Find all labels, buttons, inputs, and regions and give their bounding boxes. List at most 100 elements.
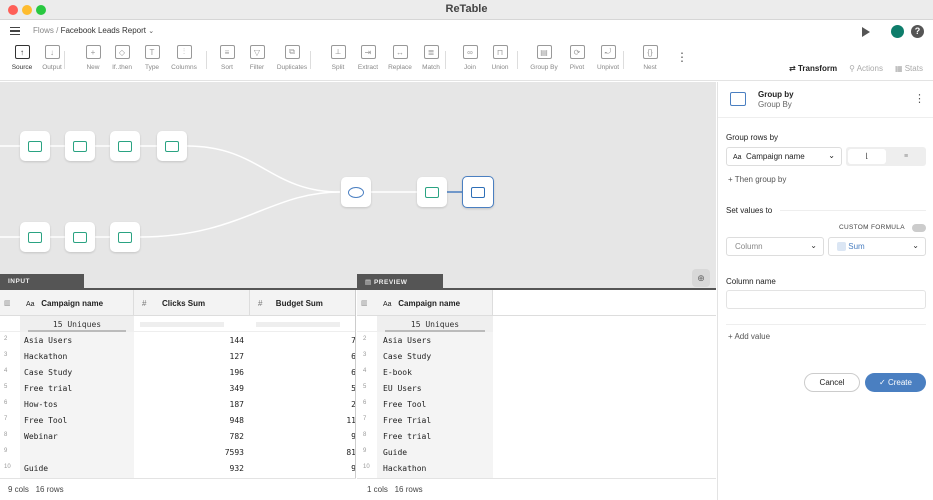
panel-more-icon[interactable]: ⋮ bbox=[914, 92, 925, 105]
column-select[interactable]: Column ⌄ bbox=[726, 237, 824, 256]
table-row[interactable]: 4 Case Study 196 6 bbox=[0, 366, 355, 382]
table-row[interactable]: 6 How-tos 187 2 bbox=[0, 398, 355, 414]
table-row[interactable]: 8 Webinar 782 9 bbox=[0, 430, 356, 446]
sort-ascending-button[interactable]: ⌊ bbox=[848, 149, 886, 164]
preview-row-count: 16 rows bbox=[394, 485, 423, 494]
flow-node-source-2[interactable] bbox=[20, 222, 50, 252]
tab-transform[interactable]: ⇄ Transform bbox=[789, 64, 837, 73]
breadcrumb: Flows / Facebook Leads Report ⌄ bbox=[33, 26, 154, 35]
text-type-icon: Aa bbox=[383, 301, 392, 308]
new-icon: + bbox=[85, 45, 101, 59]
column-header-budget[interactable]: # Budget Sum bbox=[250, 290, 355, 316]
fit-view-button[interactable]: ⊕ bbox=[692, 269, 710, 287]
function-icon bbox=[837, 242, 846, 252]
more-options-icon[interactable]: ⋮ bbox=[676, 50, 688, 64]
toolbar-nest-button[interactable]: {} Nest bbox=[632, 45, 668, 71]
budget-cell: 9 bbox=[351, 432, 356, 441]
toolbar-unpivot-button[interactable]: ⤾ Unpivot bbox=[590, 45, 626, 71]
toolbar-columns-button[interactable]: ⫶ Columns bbox=[166, 45, 202, 71]
campaign-cell: Free trial bbox=[383, 432, 432, 441]
column-select-placeholder: Column bbox=[735, 242, 763, 251]
nest-icon: {} bbox=[642, 45, 658, 59]
chevron-down-icon[interactable]: ⌄ bbox=[148, 28, 154, 35]
campaign-cell: Free Tool bbox=[24, 416, 68, 425]
table-row[interactable]: 10 Guide 932 9 bbox=[0, 462, 355, 478]
hamburger-menu-icon[interactable] bbox=[10, 27, 20, 35]
number-type-icon: # bbox=[258, 299, 263, 308]
toolbar-label: Nest bbox=[643, 64, 657, 71]
breadcrumb-root[interactable]: Flows bbox=[33, 26, 54, 35]
clicks-cell: 127 bbox=[229, 352, 244, 361]
toolbar-group-by-button[interactable]: ▤ Group By bbox=[526, 45, 562, 71]
table-row[interactable]: 6 Free Tool bbox=[357, 398, 493, 414]
column-header-clicks[interactable]: # Clicks Sum bbox=[134, 290, 250, 316]
table-row[interactable]: 8 Free trial bbox=[357, 430, 493, 446]
column-header-campaign[interactable]: Aa Campaign name bbox=[377, 290, 493, 316]
table-row[interactable]: 5 EU Users bbox=[357, 382, 493, 398]
toolbar-match-button[interactable]: ≣ Match bbox=[413, 45, 449, 71]
table-row[interactable]: 7 Free Tool 948 11 bbox=[0, 414, 355, 430]
row-number-header: ▥ bbox=[0, 290, 20, 316]
row-number: 5 bbox=[4, 384, 8, 390]
toolbar-type-button[interactable]: T Type bbox=[134, 45, 170, 71]
set-values-label: Set values to bbox=[726, 206, 773, 215]
table-row[interactable]: 5 Free trial 349 5 bbox=[0, 382, 356, 398]
table-row[interactable]: 7 Free Trial bbox=[357, 414, 493, 430]
help-icon[interactable]: ? bbox=[911, 25, 924, 38]
clicks-cell: 349 bbox=[229, 384, 244, 393]
flow-node-group-by[interactable] bbox=[462, 176, 494, 208]
table-row[interactable]: 3 Hackathon 127 6 bbox=[0, 350, 355, 366]
custom-formula-toggle[interactable] bbox=[912, 224, 926, 232]
add-value-button[interactable]: + Add value bbox=[728, 332, 770, 341]
column-name-input[interactable] bbox=[726, 290, 926, 309]
table-row[interactable]: 2 Asia Users bbox=[357, 334, 493, 350]
table-row[interactable]: 4 E-book bbox=[357, 366, 493, 382]
tab-preview[interactable]: ▤ PREVIEW bbox=[357, 274, 443, 290]
table-row[interactable]: 9 Guide bbox=[357, 446, 493, 462]
source-icon: ↑ bbox=[14, 45, 30, 59]
row-number: 8 bbox=[363, 432, 367, 438]
campaign-cell: Guide bbox=[24, 464, 49, 473]
table-row[interactable]: 10 Hackathon bbox=[357, 462, 493, 478]
input-footer: 9 cols 16 rows bbox=[0, 478, 356, 500]
tab-actions[interactable]: ⚲ Actions bbox=[849, 64, 883, 73]
github-icon[interactable] bbox=[891, 25, 904, 38]
flow-node-sort-2[interactable] bbox=[417, 177, 447, 207]
toolbar-union-button[interactable]: ⊓ Union bbox=[482, 45, 518, 71]
clicks-cell: 7593 bbox=[224, 448, 244, 457]
flow-node-join[interactable] bbox=[341, 177, 371, 207]
tab-stats[interactable]: ▦ Stats bbox=[895, 64, 923, 73]
sort-descending-button[interactable]: ≡ bbox=[888, 149, 924, 164]
flow-node-columns-2[interactable] bbox=[110, 222, 140, 252]
tab-input[interactable]: INPUT bbox=[0, 274, 84, 290]
breadcrumb-separator: / bbox=[56, 26, 59, 35]
toolbar-extract-button[interactable]: ⇥ Extract bbox=[350, 45, 386, 71]
flow-canvas[interactable]: ⊕ bbox=[0, 82, 716, 290]
budget-cell: 5 bbox=[351, 384, 356, 393]
table-row[interactable]: 9 7593 81 bbox=[0, 446, 355, 462]
column-header-campaign[interactable]: Aa Campaign name bbox=[20, 290, 134, 316]
table-row[interactable]: 3 Case Study bbox=[357, 350, 493, 366]
flow-node-new-1[interactable] bbox=[157, 131, 187, 161]
flow-node-table-1[interactable] bbox=[110, 131, 140, 161]
unpivot-icon: ⤾ bbox=[600, 45, 616, 59]
flow-node-source-1[interactable] bbox=[20, 131, 50, 161]
breadcrumb-page[interactable]: Facebook Leads Report bbox=[61, 26, 146, 35]
group-field-select[interactable]: Aa Campaign name ⌄ bbox=[726, 147, 842, 166]
flow-node-sort-1[interactable] bbox=[65, 131, 95, 161]
then-group-by-button[interactable]: + Then group by bbox=[728, 175, 786, 184]
create-button[interactable]: ✓ Create bbox=[865, 373, 926, 392]
cancel-button[interactable]: Cancel bbox=[804, 373, 860, 392]
group-field-value: Campaign name bbox=[746, 152, 805, 161]
chevron-down-icon: ⌄ bbox=[810, 241, 817, 250]
toolbar-filter-button[interactable]: ▽ Filter bbox=[239, 45, 275, 71]
row-number: 8 bbox=[4, 432, 8, 438]
text-type-icon: Aa bbox=[733, 154, 742, 161]
aggregation-select[interactable]: Sum ⌄ bbox=[828, 237, 926, 256]
row-number: 10 bbox=[363, 464, 370, 470]
toolbar-duplicates-button[interactable]: ⧉ Duplicates bbox=[274, 45, 310, 71]
flow-node-type-2[interactable] bbox=[65, 222, 95, 252]
run-flow-icon[interactable] bbox=[862, 27, 870, 37]
table-row[interactable]: 2 Asia Users 144 7 bbox=[0, 334, 355, 350]
divider bbox=[726, 324, 926, 325]
